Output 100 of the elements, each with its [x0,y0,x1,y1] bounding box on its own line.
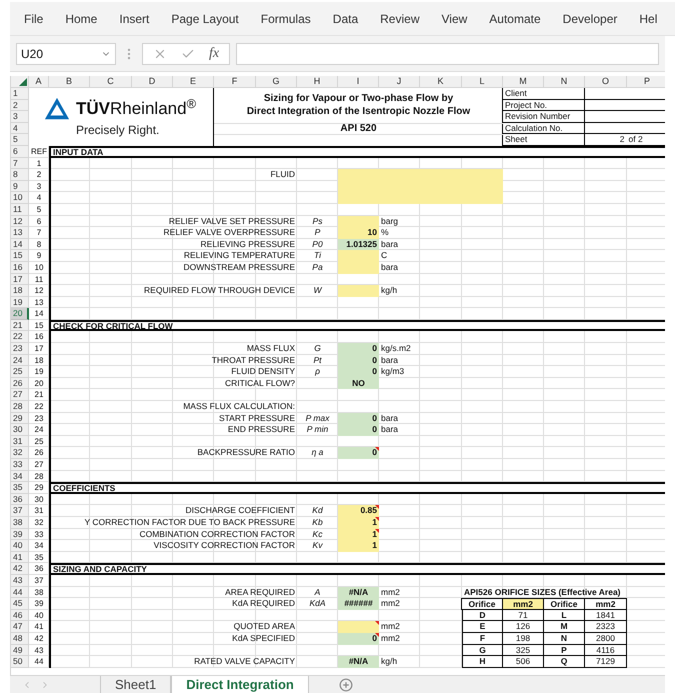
menu-item[interactable]: Developer [562,10,618,28]
input-cell[interactable]: 10 [338,227,379,239]
input-cell[interactable] [338,621,379,633]
calculated-cell[interactable]: 0 [338,354,379,366]
row-header[interactable]: 4 [11,122,29,134]
column-header[interactable]: E [173,76,214,88]
input-cell[interactable]: 1 [338,528,379,540]
row-header[interactable]: 23 [11,343,29,355]
calculated-cell[interactable]: 0 [338,366,379,378]
column-header[interactable]: D [132,76,173,88]
row-header[interactable]: 21 [11,320,29,332]
menu-item[interactable]: Page Layout [171,10,239,28]
input-cell[interactable] [338,285,379,297]
calculated-cell[interactable]: #N/A [338,656,379,668]
row-header[interactable]: 22 [11,331,29,344]
row-header[interactable]: 34 [11,470,29,482]
row-header[interactable]: 44 [11,586,29,598]
row-header[interactable]: 40 [11,540,29,552]
row-header[interactable]: 6 [11,146,29,158]
calculated-cell[interactable]: 0 [338,447,379,459]
column-header[interactable]: C [90,76,132,88]
row-header[interactable]: 26 [11,378,29,390]
input-cell[interactable]: 1 [338,516,379,529]
column-header[interactable]: K [420,76,462,88]
menu-item[interactable]: Hel [639,10,658,28]
row-header[interactable]: 46 [11,610,29,622]
row-header[interactable]: 14 [11,238,29,250]
row-header[interactable]: 18 [11,285,29,297]
row-header[interactable]: 25 [11,366,29,378]
column-header[interactable]: P [627,76,665,88]
menu-item[interactable]: Data [332,10,358,28]
menu-item[interactable]: Insert [119,10,150,28]
row-header[interactable]: 41 [11,552,29,564]
row-header[interactable]: 43 [11,574,29,587]
row-header[interactable]: 20 [11,308,29,320]
insert-function-button[interactable]: fx [209,43,220,64]
row-header[interactable]: 33 [11,459,29,471]
calculated-cell[interactable]: 1.01325 [338,238,379,250]
calculated-cell[interactable]: 0 [338,412,379,424]
menu-item[interactable]: Home [65,10,98,28]
row-header[interactable]: 42 [11,563,29,575]
row-header[interactable]: 29 [11,412,29,424]
row-header[interactable]: 28 [11,401,29,413]
column-header[interactable]: N [544,76,585,88]
column-header[interactable]: G [256,76,297,88]
row-header[interactable]: 36 [11,494,29,506]
row-header[interactable]: 10 [11,192,29,204]
name-box[interactable]: U20 [16,42,116,64]
input-cell[interactable] [338,250,379,262]
column-header[interactable]: F [214,76,256,88]
input-cell[interactable] [338,169,503,204]
row-header[interactable]: 12 [11,216,29,228]
input-cell[interactable] [338,262,379,274]
calculated-cell[interactable]: 0 [338,632,379,644]
row-header[interactable]: 32 [11,447,29,459]
row-header[interactable]: 27 [11,389,29,402]
row-header[interactable]: 5 [11,134,29,146]
calculated-cell[interactable]: 0 [338,424,379,436]
row-header[interactable]: 30 [11,424,29,436]
row-header[interactable]: 50 [11,656,29,668]
column-header[interactable]: B [49,76,90,88]
row-header[interactable]: 37 [11,505,29,517]
menu-item[interactable]: View [442,10,468,28]
row-header[interactable]: 31 [11,436,29,448]
menu-item[interactable]: Formulas [260,10,311,28]
column-header[interactable]: J [379,76,420,88]
row-header[interactable]: 9 [11,180,29,192]
row-header[interactable]: 2 [11,100,29,112]
sheet-tab[interactable]: Direct Integration [171,676,309,693]
row-header[interactable]: 35 [11,482,29,494]
row-header[interactable]: 45 [11,598,29,610]
row-header[interactable]: 15 [11,250,29,262]
column-header[interactable]: H [297,76,338,88]
row-header[interactable]: 8 [11,169,29,181]
column-header[interactable]: M [503,76,544,88]
row-header[interactable]: 7 [11,158,29,170]
row-header[interactable]: 17 [11,274,29,286]
row-header[interactable]: 3 [11,111,29,123]
row-header[interactable]: 38 [11,516,29,529]
column-header[interactable]: O [585,76,627,88]
row-header[interactable]: 39 [11,528,29,540]
menu-item[interactable]: Review [380,10,420,28]
add-sheet-icon[interactable] [338,678,353,692]
menu-item[interactable]: Automate [489,10,541,28]
row-header[interactable]: 24 [11,354,29,366]
calculated-cell[interactable]: ###### [338,598,379,610]
row-header[interactable]: 1 [11,88,29,100]
input-cell[interactable]: 1 [338,540,379,552]
row-header[interactable]: 16 [11,262,29,274]
calculated-cell[interactable]: #N/A [338,586,379,598]
row-header[interactable]: 11 [11,204,29,216]
row-header[interactable]: 49 [11,644,29,656]
row-header[interactable]: 13 [11,227,29,239]
row-header[interactable]: 47 [11,621,29,633]
menu-item[interactable]: File [24,10,44,28]
calculated-cell[interactable]: NO [338,378,379,390]
column-header[interactable]: L [462,76,503,88]
column-header[interactable]: A [29,76,49,88]
calculated-cell[interactable]: 0 [338,343,379,355]
row-header[interactable]: 48 [11,632,29,644]
